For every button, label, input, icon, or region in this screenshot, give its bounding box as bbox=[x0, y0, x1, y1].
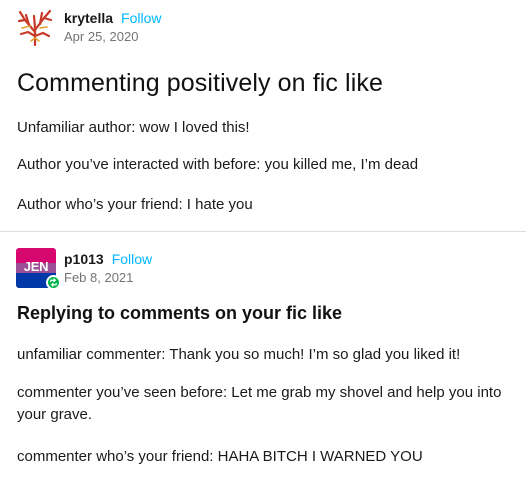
reblog-icon bbox=[46, 275, 61, 290]
post1-follow-button[interactable]: Follow bbox=[121, 10, 161, 27]
post1-avatar[interactable] bbox=[16, 8, 54, 46]
post1-header: krytella Follow Apr 25, 2020 bbox=[16, 8, 162, 46]
post2-avatar-text: JEN bbox=[23, 259, 49, 274]
post2-follow-button[interactable]: Follow bbox=[112, 251, 152, 268]
post2-meta-top: p1013 Follow bbox=[64, 251, 152, 268]
post1-date[interactable]: Apr 25, 2020 bbox=[64, 29, 162, 45]
post1-meta: krytella Follow Apr 25, 2020 bbox=[64, 10, 162, 44]
post2-username[interactable]: p1013 bbox=[64, 251, 104, 268]
post2-line-2: commenter you’ve seen before: Let me gra… bbox=[17, 384, 502, 423]
post2-line-1: unfamiliar commenter: Thank you so much!… bbox=[17, 346, 461, 363]
post2-date[interactable]: Feb 8, 2021 bbox=[64, 270, 152, 286]
post1-username[interactable]: krytella bbox=[64, 10, 113, 27]
post2-header: JEN p1013 Follow Feb 8, 2021 bbox=[16, 248, 152, 290]
post1-line-3: Author who’s your friend: I hate you bbox=[17, 196, 253, 213]
coral-avatar-icon bbox=[16, 8, 54, 46]
post2-meta: p1013 Follow Feb 8, 2021 bbox=[64, 251, 152, 285]
reblog-arrows-icon bbox=[50, 278, 57, 287]
tumblr-post-thread: krytella Follow Apr 25, 2020 Commenting … bbox=[0, 0, 526, 480]
post2-line-3: commenter who’s your friend: HAHA BITCH … bbox=[17, 448, 423, 465]
post1-title: Commenting positively on fic like bbox=[17, 69, 383, 97]
post2-title: Replying to comments on your fic like bbox=[17, 303, 343, 323]
post1-line-2: Author you’ve interacted with before: yo… bbox=[17, 156, 419, 173]
post-divider bbox=[0, 231, 526, 232]
post1-line-1: Unfamiliar author: wow I loved this! bbox=[17, 119, 250, 136]
post1-meta-top: krytella Follow bbox=[64, 10, 162, 27]
